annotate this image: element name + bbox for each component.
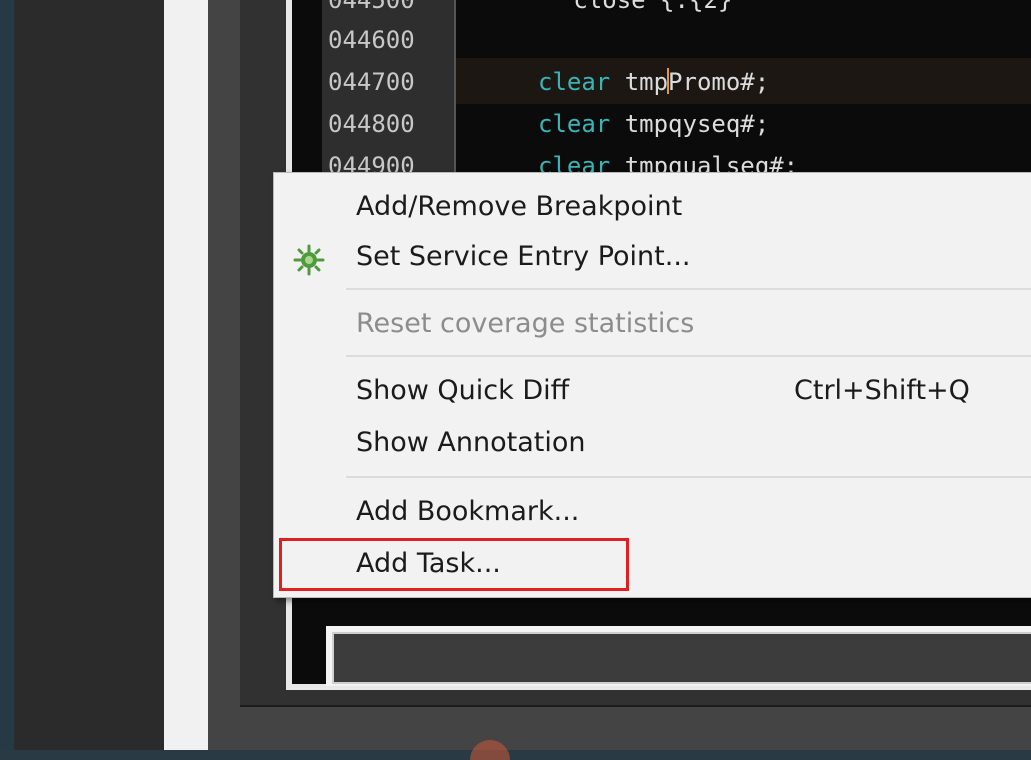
menu-item-set-service-entry-point[interactable]: Set Service Entry Point... bbox=[356, 241, 691, 272]
code-line: clear tmpqyseq#; bbox=[538, 110, 769, 138]
service-entry-icon bbox=[293, 244, 325, 276]
bottom-panel[interactable] bbox=[332, 632, 1031, 684]
code-line: close {.{2} bbox=[530, 0, 733, 14]
line-number: 044700 bbox=[328, 68, 415, 96]
context-menu: Add/Remove Breakpoint Set Service Entry … bbox=[273, 172, 1031, 598]
code-text: Promo#; bbox=[668, 68, 770, 96]
menu-separator bbox=[346, 476, 1031, 478]
code-line: clear tmpPromo#; bbox=[538, 68, 769, 96]
menu-item-add-remove-breakpoint[interactable]: Add/Remove Breakpoint bbox=[356, 191, 682, 222]
code-text: tmp bbox=[610, 68, 669, 96]
menu-separator bbox=[346, 355, 1031, 357]
window-border bbox=[164, 0, 208, 750]
code-keyword: clear bbox=[538, 110, 611, 138]
line-number: 044500 bbox=[328, 0, 415, 14]
menu-separator bbox=[346, 288, 1031, 290]
menu-item-show-quick-diff[interactable]: Show Quick Diff bbox=[356, 375, 569, 406]
menu-item-show-annotation[interactable]: Show Annotation bbox=[356, 427, 586, 458]
code-keyword: clear bbox=[538, 68, 611, 96]
line-number: 044600 bbox=[328, 26, 415, 54]
shortcut-label: Ctrl+Shift+Q bbox=[794, 375, 970, 406]
menu-item-add-bookmark[interactable]: Add Bookmark... bbox=[356, 496, 579, 527]
line-number: 044800 bbox=[328, 110, 415, 138]
code-text: tmpqyseq#; bbox=[610, 110, 770, 138]
left-panel bbox=[14, 0, 164, 750]
annotation-highlight-box bbox=[279, 538, 629, 591]
menu-item-reset-coverage: Reset coverage statistics bbox=[356, 308, 695, 339]
